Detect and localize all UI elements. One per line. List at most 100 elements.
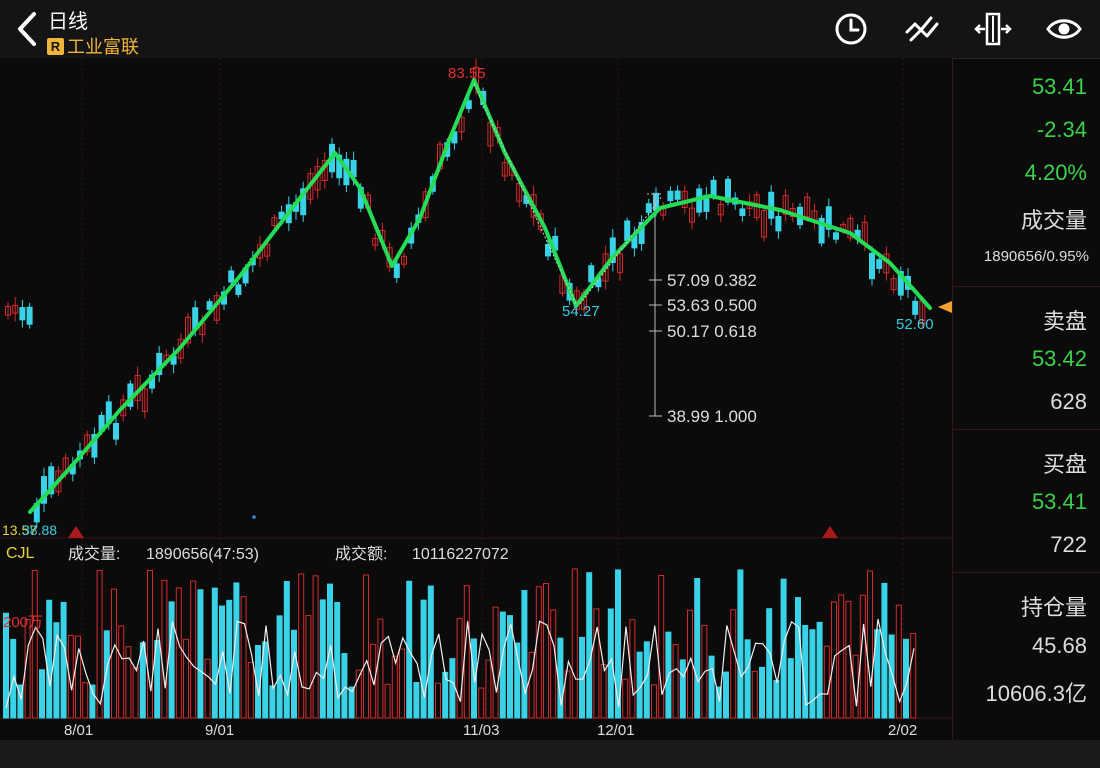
volume-bar	[211, 587, 218, 719]
volume-bar	[694, 578, 701, 719]
fib-level-label: 38.99 1.000	[667, 407, 757, 426]
volume-bar	[708, 655, 715, 719]
volume-bar	[521, 590, 528, 719]
volume-bar	[679, 659, 686, 719]
dot-marker	[252, 515, 256, 519]
stock-name: R 工业富联	[47, 33, 139, 59]
volume-bar	[226, 599, 233, 719]
candle-body	[545, 243, 551, 257]
sell-qty: 628	[1050, 389, 1087, 414]
volume-bar	[759, 666, 765, 719]
volume-bar	[291, 629, 297, 719]
volume-bar	[420, 599, 427, 719]
volume-label: 成交量	[1020, 208, 1087, 233]
volume-bar	[795, 597, 801, 719]
price-change: -2.34	[1036, 117, 1087, 142]
fib-level-label: 50.17 0.618	[667, 322, 757, 341]
amount-value: 10606.3亿	[985, 681, 1087, 706]
volume-bar	[334, 601, 341, 719]
volume-bar	[46, 599, 53, 719]
clock-icon[interactable]	[832, 10, 870, 48]
pct-change: 4.20%	[1024, 160, 1087, 185]
compare-arrows-icon[interactable]	[974, 10, 1012, 48]
volume-caption: 成交量:	[68, 545, 120, 563]
volume-bar	[276, 615, 283, 719]
amount-caption: 成交额:	[335, 545, 387, 563]
date-label: 12/01	[597, 722, 635, 739]
date-label: 8/01	[64, 722, 93, 739]
candle-body	[833, 232, 839, 240]
candle-body	[768, 191, 775, 219]
high-price-label: 83.55	[448, 65, 486, 82]
volume-bar	[744, 639, 751, 719]
candle-body	[775, 215, 782, 232]
fib-level-label: 53.63 0.500	[667, 296, 757, 315]
sell-label: 卖盘	[1042, 309, 1087, 334]
volume-bar	[723, 671, 729, 719]
divider	[953, 572, 1100, 573]
candle-body	[667, 190, 674, 202]
volume-bar	[413, 682, 420, 719]
date-label: 2/02	[888, 722, 917, 739]
volume-value: 1890656(47:53)	[146, 546, 259, 563]
volume-bar	[557, 637, 564, 719]
candle-body	[19, 307, 26, 321]
sell-price: 53.42	[1031, 346, 1087, 371]
candle-body	[869, 252, 875, 280]
volume-bar	[816, 621, 823, 719]
candle-body	[674, 190, 681, 200]
buy-price: 53.41	[1031, 489, 1087, 514]
last-price: 53.41	[1031, 74, 1087, 99]
top-bar: 日线 R 工业富联	[0, 0, 1100, 59]
volume-bar	[809, 629, 816, 719]
open-interest-value: 45.68	[1031, 633, 1087, 658]
candle-body	[739, 208, 746, 217]
volume-bar	[39, 669, 45, 719]
candle-body	[588, 265, 595, 283]
low-price-label: 54.27	[562, 303, 600, 320]
volume-bar	[283, 581, 290, 719]
volume-bar	[60, 601, 67, 719]
divider	[953, 429, 1100, 430]
date-label: 9/01	[205, 722, 234, 739]
volume-bar	[787, 658, 794, 719]
stock-name-label: 工业富联	[67, 37, 139, 57]
stock-chart-screen: 日线 R 工业富联 57.09 0.382 53.63 0.500 50.17 0.6…	[0, 0, 1100, 768]
trend-lines-icon[interactable]	[903, 10, 941, 48]
amount-value: 10116227072	[412, 546, 509, 563]
back-arrow-icon[interactable]	[12, 10, 42, 48]
last-low-label: 52.60	[896, 316, 934, 333]
volume-bar	[168, 601, 175, 719]
quote-sidebar: 53.41 -2.34 4.20% 成交量 1890656/0.95% 卖盘 5…	[952, 58, 1100, 740]
date-label: 11/03	[463, 722, 499, 739]
volume-bar	[269, 685, 276, 719]
volume-bar	[586, 572, 593, 719]
kline-chart[interactable]: 57.09 0.382 53.63 0.500 50.17 0.618 38.99 1…	[0, 58, 952, 740]
bottom-bar	[0, 740, 1100, 768]
volume-value: 1890656/0.95%	[983, 248, 1089, 265]
volume-bar	[766, 608, 773, 719]
candle-body	[912, 300, 919, 315]
volume-scale-label: 200万	[3, 614, 43, 631]
open-interest-label: 持仓量	[1020, 595, 1087, 620]
buy-qty: 722	[1050, 532, 1087, 557]
candle-body	[393, 263, 400, 278]
divider	[953, 286, 1100, 287]
stock-tag: R	[47, 38, 64, 55]
candle-body	[113, 422, 119, 440]
volume-bar	[737, 569, 744, 719]
volume-bar	[773, 680, 780, 719]
candle-body	[710, 179, 717, 197]
fib-level-label: 57.09 0.382	[667, 271, 757, 290]
volume-bar	[449, 658, 456, 719]
start-label-b: 38.88	[22, 522, 57, 538]
volume-bar	[197, 589, 204, 719]
period-title[interactable]: 日线	[48, 5, 88, 34]
candle-body	[876, 259, 883, 269]
volume-bar	[103, 630, 110, 719]
volume-bar	[341, 653, 348, 719]
buy-label: 买盘	[1042, 452, 1087, 477]
indicator-label[interactable]: CJL	[6, 545, 35, 562]
candle-body	[228, 270, 235, 283]
eye-icon[interactable]	[1045, 10, 1083, 48]
